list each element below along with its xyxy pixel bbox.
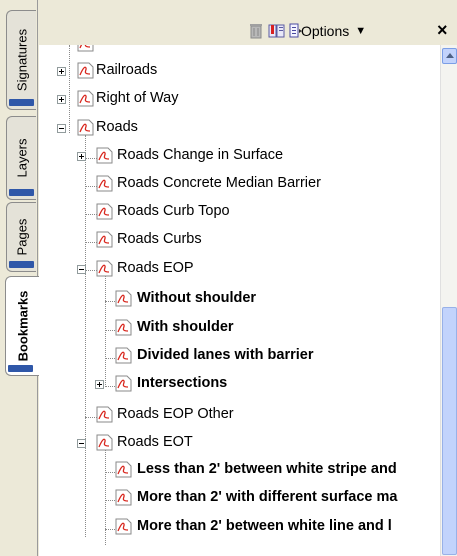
pdf-bookmark-icon xyxy=(115,347,132,364)
pdf-bookmark-icon xyxy=(77,45,94,52)
pdf-bookmark-icon xyxy=(115,461,132,478)
options-label: Options xyxy=(301,23,350,39)
bookmark-item[interactable]: Right of Way xyxy=(96,90,178,106)
expand-toggle-icon[interactable] xyxy=(95,380,104,389)
scroll-thumb[interactable] xyxy=(442,307,457,555)
tree-line xyxy=(69,45,70,133)
vertical-scrollbar[interactable] xyxy=(440,45,457,556)
pdf-bookmark-icon xyxy=(96,175,113,192)
pdf-bookmark-icon xyxy=(96,203,113,220)
bookmark-item[interactable]: Roads EOP xyxy=(117,260,194,276)
chevron-down-icon: ▼ xyxy=(355,25,367,37)
collapse-toggle-icon[interactable] xyxy=(77,439,86,448)
bookmark-item[interactable]: Railroads xyxy=(96,62,157,78)
options-menu-button[interactable]: Options ▼ xyxy=(301,21,366,41)
pdf-bookmark-icon xyxy=(115,290,132,307)
bookmarks-tree: Railroads Right of Way Roads Roads Change i… xyxy=(39,45,457,556)
bookmark-item[interactable]: More than 2' with different surface ma xyxy=(137,489,397,505)
tab-bookmarks-icon xyxy=(8,365,33,372)
tab-layers-icon xyxy=(9,189,34,196)
bookmark-item[interactable]: Roads xyxy=(96,119,138,135)
bookmarks-toolbar: Options ▼ × xyxy=(39,0,457,44)
pdf-bookmark-icon xyxy=(115,319,132,336)
collapse-toggle-icon[interactable] xyxy=(57,124,66,133)
tab-signatures-label: Signatures xyxy=(14,28,29,92)
pdf-bookmark-icon xyxy=(77,119,94,136)
tab-pages[interactable]: Pages xyxy=(6,202,36,272)
tab-signatures-icon xyxy=(9,99,34,106)
scroll-up-button[interactable] xyxy=(442,48,457,64)
tab-pages-icon xyxy=(9,261,34,268)
bookmark-item[interactable]: Roads Curbs xyxy=(117,231,202,247)
collapse-toggle-icon[interactable] xyxy=(77,265,86,274)
bookmark-item[interactable]: Intersections xyxy=(137,375,227,391)
bookmark-item[interactable]: Less than 2' between white stripe and xyxy=(137,461,397,477)
pdf-bookmark-icon xyxy=(96,406,113,423)
bookmark-item[interactable]: Roads Concrete Median Barrier xyxy=(117,175,321,191)
pdf-bookmark-icon xyxy=(77,62,94,79)
tab-layers[interactable]: Layers xyxy=(6,116,36,200)
pdf-bookmark-icon xyxy=(115,489,132,506)
bookmark-item[interactable]: Without shoulder xyxy=(137,290,256,306)
bookmark-item[interactable]: Roads Curb Topo xyxy=(117,203,230,219)
pdf-bookmark-icon xyxy=(96,260,113,277)
expand-toggle-icon[interactable] xyxy=(57,95,66,104)
tree-line xyxy=(85,135,86,537)
bookmark-item[interactable]: Divided lanes with barrier xyxy=(137,347,313,363)
tab-signatures[interactable]: Signatures xyxy=(6,10,36,110)
bookmark-item[interactable]: With shoulder xyxy=(137,319,234,335)
tab-bookmarks[interactable]: Bookmarks xyxy=(5,276,39,376)
pdf-bookmark-icon xyxy=(115,518,132,535)
expand-toggle-icon[interactable] xyxy=(77,152,86,161)
pdf-bookmark-icon xyxy=(96,147,113,164)
new-bookmark-icon[interactable] xyxy=(268,23,286,39)
bookmark-item[interactable]: More than 2' between white line and l xyxy=(137,518,392,534)
pdf-bookmark-icon xyxy=(96,231,113,248)
trash-icon[interactable] xyxy=(249,23,263,39)
expand-toggle-icon[interactable] xyxy=(57,67,66,76)
tab-bookmarks-label: Bookmarks xyxy=(15,290,30,362)
tab-layers-label: Layers xyxy=(14,138,29,178)
close-button[interactable]: × xyxy=(437,20,448,41)
bookmark-item[interactable]: Roads Change in Surface xyxy=(117,147,283,163)
pdf-bookmark-icon xyxy=(77,90,94,107)
bookmark-item[interactable]: Roads EOP Other xyxy=(117,406,234,422)
pdf-bookmark-icon xyxy=(96,434,113,451)
tree-line xyxy=(105,275,106,387)
side-tab-strip: Signatures Layers Pages Bookmarks xyxy=(0,0,39,556)
pdf-bookmark-icon xyxy=(115,375,132,392)
bookmark-item[interactable]: Roads EOT xyxy=(117,434,193,450)
tab-pages-label: Pages xyxy=(14,218,29,256)
tree-line xyxy=(105,445,106,545)
